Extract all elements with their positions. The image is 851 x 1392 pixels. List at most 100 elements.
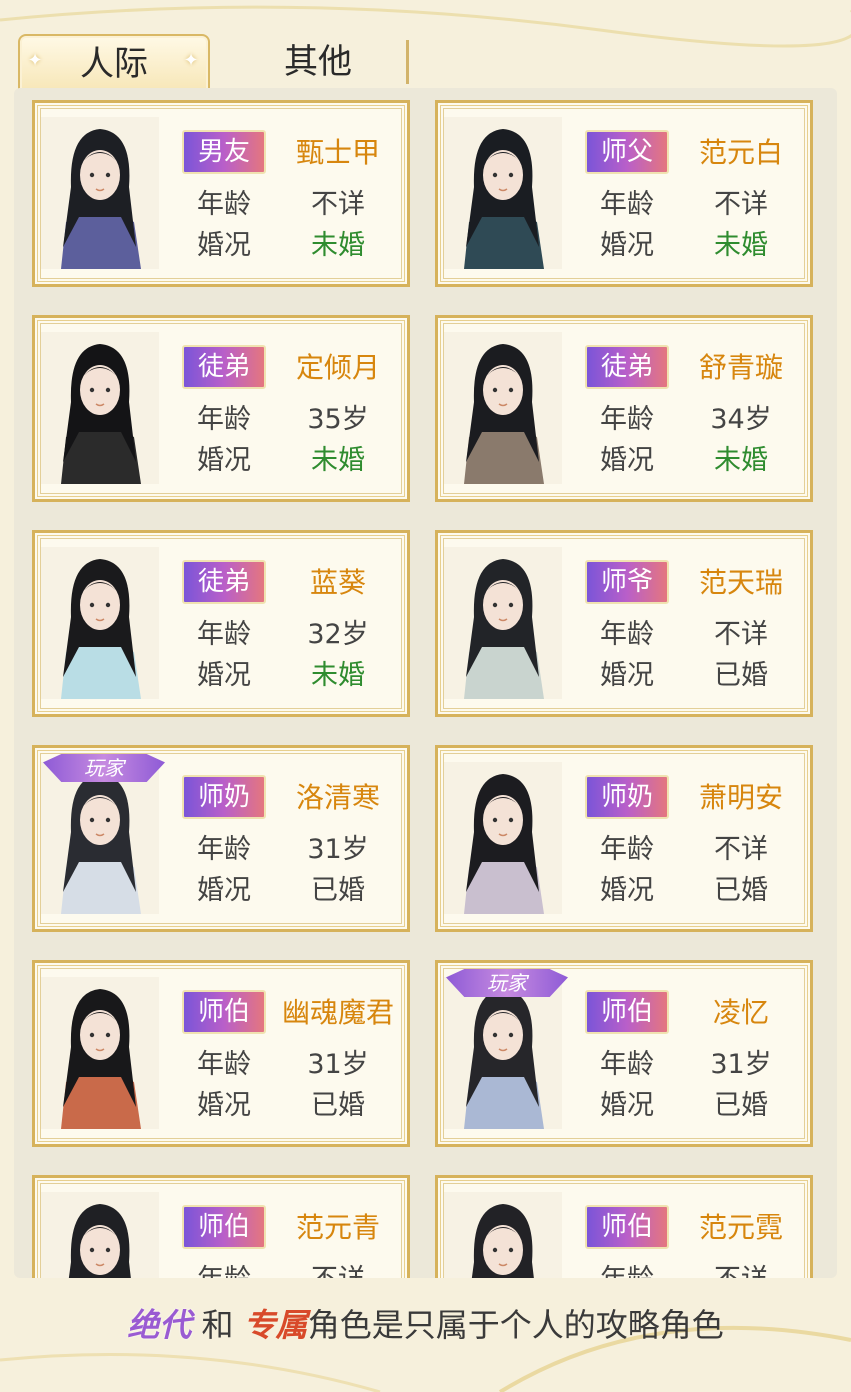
- age-label: 年龄: [197, 404, 251, 435]
- character-portrait: [444, 1192, 562, 1278]
- age-label: 年龄: [197, 1049, 251, 1080]
- marriage-value: 已婚: [714, 660, 768, 691]
- marriage-label: 婚况: [600, 230, 654, 261]
- character-portrait: [444, 977, 562, 1129]
- marriage-label: 婚况: [197, 660, 251, 691]
- character-card[interactable]: 师伯 幽魂魔君 年龄 31岁 婚况 已婚: [32, 960, 410, 1147]
- player-badge: 玩家: [446, 969, 568, 997]
- marriage-value: 未婚: [311, 660, 365, 691]
- age-value: 不详: [676, 1257, 806, 1278]
- character-card[interactable]: 师伯 凌忆 年龄 31岁 婚况 已婚 玩家: [435, 960, 813, 1147]
- age-label: 年龄: [600, 189, 654, 220]
- age-value: 34岁: [710, 404, 772, 435]
- character-name: 范元白: [698, 136, 783, 169]
- marriage-label: 婚况: [600, 875, 654, 906]
- marriage-label: 婚况: [197, 875, 251, 906]
- character-card[interactable]: 师奶 萧明安 年龄 不详 婚况 已婚: [435, 745, 813, 932]
- marriage-value: 未婚: [714, 445, 768, 476]
- character-portrait: [41, 977, 159, 1129]
- tab-relations[interactable]: ✦ 人际 ✦: [18, 34, 210, 90]
- character-card[interactable]: 徒弟 定倾月 年龄 35岁 婚况 未婚: [32, 315, 410, 502]
- character-name: 定倾月: [295, 351, 380, 384]
- character-card[interactable]: 师父 范元白 年龄 不详 婚况 未婚: [435, 100, 813, 287]
- character-portrait: [41, 762, 159, 914]
- relation-badge: 师伯: [585, 990, 669, 1034]
- marriage-label: 婚况: [197, 1090, 251, 1121]
- marriage-value: 已婚: [714, 1090, 768, 1121]
- age-value: 32岁: [307, 619, 369, 650]
- age-label: 年龄: [182, 1257, 266, 1278]
- marriage-label: 婚况: [197, 445, 251, 476]
- age-label: 年龄: [197, 189, 251, 220]
- character-portrait: [444, 547, 562, 699]
- age-label: 年龄: [600, 619, 654, 650]
- age-label: 年龄: [600, 1049, 654, 1080]
- age-value: 不详: [714, 834, 768, 865]
- tab-divider: [406, 40, 409, 84]
- marriage-label: 婚况: [600, 445, 654, 476]
- relation-badge: 师奶: [182, 775, 266, 819]
- sparkle-icon: ✦: [27, 50, 43, 71]
- age-value: 31岁: [307, 834, 369, 865]
- character-portrait: [444, 117, 562, 269]
- character-list[interactable]: 男友 甄士甲 年龄 不详 婚况 未婚 师父 范元白 年龄 不详 婚况 未婚 徒弟…: [14, 88, 837, 1278]
- character-card[interactable]: 师伯 范元青 年龄 不详 婚况: [32, 1175, 410, 1278]
- character-card[interactable]: 师伯 范元霓 年龄 不详 婚况: [435, 1175, 813, 1278]
- age-value: 不详: [714, 619, 768, 650]
- age-value: 31岁: [307, 1049, 369, 1080]
- marriage-value: 已婚: [311, 875, 365, 906]
- character-portrait: [41, 547, 159, 699]
- character-portrait: [41, 117, 159, 269]
- sparkle-icon: ✦: [183, 50, 199, 71]
- character-card[interactable]: 师奶 洛清寒 年龄 31岁 婚况 已婚 玩家: [32, 745, 410, 932]
- tab-bar: ✦ 人际 ✦ 其他: [18, 34, 409, 90]
- age-label: 年龄: [197, 834, 251, 865]
- character-name: 蓝葵: [309, 566, 366, 599]
- character-name: 舒青璇: [698, 351, 783, 384]
- footer-joiner: 和: [201, 1306, 234, 1344]
- character-portrait: [444, 762, 562, 914]
- character-portrait: [41, 1192, 159, 1278]
- character-name: 萧明安: [698, 781, 783, 814]
- footer-note: 绝代 和 专属角色是只属于个人的攻略角色: [0, 1300, 851, 1346]
- footer-word-2: 专属: [243, 1306, 308, 1344]
- marriage-value: 已婚: [714, 875, 768, 906]
- character-name: 范天瑞: [698, 566, 783, 599]
- player-badge: 玩家: [43, 754, 165, 782]
- tab-label: 其他: [284, 42, 352, 82]
- relation-badge: 徒弟: [182, 560, 266, 604]
- character-name: 幽魂魔君: [281, 996, 394, 1029]
- age-label: 年龄: [600, 834, 654, 865]
- character-card[interactable]: 男友 甄士甲 年龄 不详 婚况 未婚: [32, 100, 410, 287]
- character-name: 范元青: [295, 1211, 380, 1244]
- marriage-label: 婚况: [600, 1090, 654, 1121]
- age-value: 31岁: [710, 1049, 772, 1080]
- age-value: 不详: [311, 189, 365, 220]
- character-name: 甄士甲: [295, 136, 380, 169]
- character-card[interactable]: 师爷 范天瑞 年龄 不详 婚况 已婚: [435, 530, 813, 717]
- age-value: 不详: [714, 189, 768, 220]
- marriage-value: 未婚: [311, 445, 365, 476]
- age-label: 年龄: [585, 1257, 669, 1278]
- marriage-value: 未婚: [714, 230, 768, 261]
- character-card[interactable]: 徒弟 蓝葵 年龄 32岁 婚况 未婚: [32, 530, 410, 717]
- tab-label: 人际: [80, 44, 148, 84]
- tab-other[interactable]: 其他: [233, 34, 403, 88]
- relation-badge: 师奶: [585, 775, 669, 819]
- marriage-label: 婚况: [197, 230, 251, 261]
- age-label: 年龄: [197, 619, 251, 650]
- age-label: 年龄: [600, 404, 654, 435]
- character-name: 凌忆: [712, 996, 769, 1029]
- relation-badge: 师伯: [182, 1205, 266, 1249]
- footer-rest: 角色是只属于个人的攻略角色: [307, 1306, 724, 1344]
- marriage-value: 已婚: [311, 1090, 365, 1121]
- relation-badge: 师伯: [585, 1205, 669, 1249]
- age-value: 35岁: [307, 404, 369, 435]
- relation-badge: 徒弟: [182, 345, 266, 389]
- marriage-value: 未婚: [311, 230, 365, 261]
- marriage-label: 婚况: [600, 660, 654, 691]
- relation-badge: 师伯: [182, 990, 266, 1034]
- relation-badge: 师父: [585, 130, 669, 174]
- character-card[interactable]: 徒弟 舒青璇 年龄 34岁 婚况 未婚: [435, 315, 813, 502]
- character-name: 范元霓: [698, 1211, 783, 1244]
